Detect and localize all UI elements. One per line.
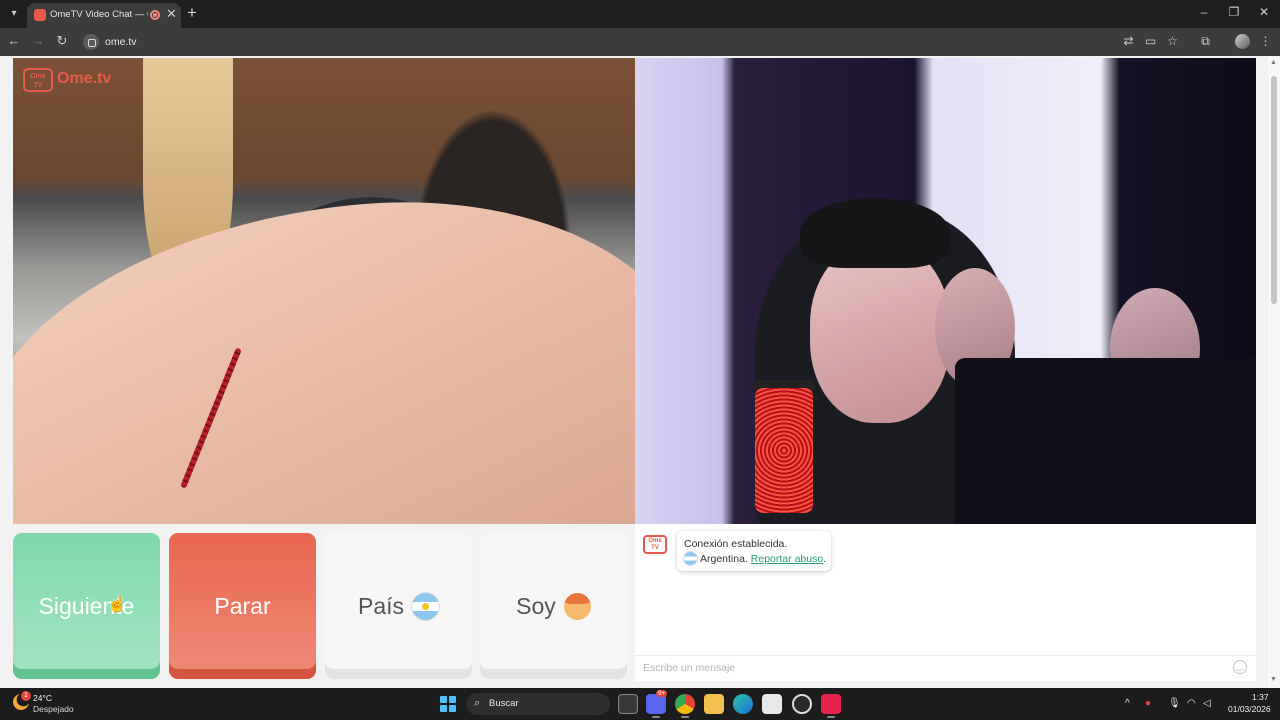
ometv-logo-icon: Ome TV [23,68,53,92]
back-icon[interactable]: ← [6,33,22,48]
extensions-icon[interactable]: ⧉ [1199,35,1212,48]
tray-app-icon[interactable]: ● [1145,698,1151,709]
more-menu-icon[interactable]: ⋮ [1259,35,1272,48]
discord-badge: 9+ [656,690,668,697]
edge-icon[interactable] [733,694,753,714]
reload-icon[interactable]: ↻ [54,33,70,49]
forward-icon[interactable]: → [30,33,46,48]
url-text: ome.tv [105,36,137,48]
remote-video [635,58,1256,524]
volume-icon[interactable]: ◁ [1203,698,1211,709]
search-label: Buscar [489,698,519,709]
report-abuse-link[interactable]: Reportar abuso [751,553,823,565]
video-shape [810,243,950,423]
browser-tab-bar: ▾ OmeTV Video Chat — Omegle ✕ + – ❐ ✕ [0,0,1280,28]
gender-button-label: Soy [516,592,556,619]
weather-badge: 1 [21,691,31,701]
system-message: Conexión establecida. Argentina. Reporta… [677,531,831,571]
file-explorer-icon[interactable] [704,694,724,714]
tab-menu-icon[interactable]: ▾ [6,6,22,22]
browser-tab[interactable]: OmeTV Video Chat — Omegle ✕ [27,3,181,28]
clock-time[interactable]: 1:37 [1252,692,1269,702]
close-window-icon[interactable]: ✕ [1256,5,1272,19]
active-indicator [652,716,660,718]
translate-icon[interactable]: ⇄ [1122,35,1135,48]
obs-icon[interactable] [792,694,812,714]
hand-cursor-icon: ☝ [107,596,127,613]
windows-taskbar: 1 24°C Despejado ⌕ Buscar 9+ ^ ● 🎙 ◠ ◁ 1… [0,688,1280,720]
logo-badge-line2: TV [33,82,43,89]
argentina-flag-icon [412,592,440,620]
scroll-down-icon[interactable]: ▼ [1270,676,1277,683]
video-shape [755,388,813,513]
chat-divider [635,655,1256,656]
video-shape [13,171,635,524]
clock-date[interactable]: 01/03/2026 [1228,704,1271,714]
active-indicator [827,716,835,718]
logo-badge-line1: Ome [30,73,46,80]
favicon-icon [34,9,46,21]
local-video: Ome TV Ome.tv [13,58,635,524]
page-scrollbar[interactable]: ▲ ▼ [1268,56,1280,688]
taskbar-search[interactable]: ⌕ Buscar [466,693,610,715]
argentina-flag-icon [684,552,697,565]
gender-button[interactable]: Soy [480,533,627,679]
wifi-icon[interactable]: ◠ [1187,698,1196,709]
tiktok-icon[interactable] [821,694,841,714]
search-icon: ⌕ [474,697,481,709]
chrome-icon[interactable] [675,694,695,714]
profile-avatar-icon[interactable] [1235,34,1250,49]
microsoft-store-icon[interactable] [762,694,782,714]
chat-logo-line1: Ome [648,538,662,544]
discord-icon[interactable]: 9+ [646,690,668,714]
scroll-up-icon[interactable]: ▲ [1270,59,1277,66]
weather-temp: 24°C [33,693,52,703]
message-input[interactable]: Escribe un mensaje [643,662,735,674]
country-button-label: País [357,592,405,619]
bookmark-star-icon[interactable]: ☆ [1166,35,1179,48]
minimize-icon[interactable]: – [1196,5,1212,19]
cast-icon[interactable]: ▭ [1144,35,1157,48]
address-bar: ← → ↻ ome.tv ⇄ ▭ ☆ ⧉ ⋮ [0,28,1280,56]
stop-button[interactable]: Parar [169,533,316,679]
site-info-icon[interactable] [83,34,99,50]
tray-expand-icon[interactable]: ^ [1125,698,1130,709]
stop-button-label: Parar [214,592,271,619]
chat-panel: Ome TV Conexión establecida. Argentina. … [635,524,1256,681]
report-suffix: . [823,553,827,565]
tab-title: OmeTV Video Chat — Omegle [50,9,148,20]
url-field[interactable]: ome.tv [80,31,1120,53]
video-shape [955,358,1256,524]
connection-status: Conexión establecida. [684,538,788,550]
windows-start-icon[interactable] [440,696,456,712]
task-view-icon[interactable] [618,694,638,714]
recording-icon [150,10,160,20]
video-shape [800,198,950,268]
restore-icon[interactable]: ❐ [1226,5,1242,19]
microphone-icon[interactable]: 🎙 [1168,698,1181,709]
boy-emoji-icon [563,592,591,620]
weather-desc: Despejado [33,704,74,714]
country-button[interactable]: País [325,533,472,679]
partner-country-line: Argentina. Reportar abuso. [684,552,831,567]
chat-logo-line2: TV [651,545,659,551]
tab-close-icon[interactable]: ✕ [166,6,177,22]
scroll-thumb[interactable] [1271,76,1277,304]
emoji-icon[interactable] [1233,660,1247,674]
next-button[interactable]: Siguiente [13,533,160,679]
partner-country: Argentina. [700,553,748,565]
active-indicator [681,716,689,718]
logo-wordmark: Ome.tv [57,70,112,87]
ometv-logo-icon: Ome TV [643,535,667,554]
new-tab-button[interactable]: + [187,3,197,23]
